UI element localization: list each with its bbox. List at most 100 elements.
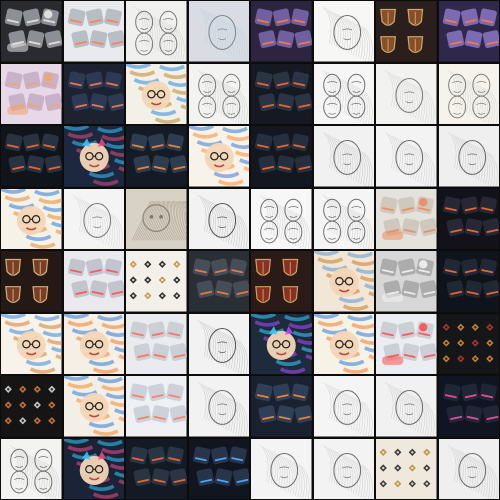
white-ui-tiles-3d-tile [125,312,188,375]
dark-mobile-phones-3d-tile [437,250,500,313]
sketch-man-reading-image [376,63,437,124]
dark-ui-grid-dashboard-image [251,63,312,124]
heads-sketch-grid-image [251,188,312,249]
busts-sketch-grid-image [313,188,374,249]
dark-ui-orange-accent-tile [250,125,313,188]
retro-device-ui-pastel-image [1,63,62,124]
boy-glasses-laptop-image [313,313,374,374]
laptop-desk-photo-image [188,1,249,62]
dark-ui-orange-accent-image [251,126,312,187]
faces-sketch-rows-tile [0,437,63,500]
woman-portrait-sketch-tile [312,0,375,63]
purple-dashboard-ui-tile [250,0,313,63]
ink-man-face-sketch-tile [187,62,250,125]
woman-portrait-sketch-image [313,1,374,62]
dark-ornament-icons-tile [437,312,500,375]
multiple-faces-sketch-tile [312,62,375,125]
pencil-sketch-faces-image [126,1,187,62]
ornamental-symbols-grid-tile [375,437,438,500]
colorful-cat-portrait-image [63,438,124,499]
shields-wood-image [1,251,62,312]
dark-ui-grid-dashboard-tile [250,62,313,125]
cartoon-boy-glasses-tile [62,312,125,375]
shields-red-gold-tile [250,250,313,313]
white-ui-cards-tile [125,375,188,438]
dark-mobile-ui-gradient-tile [437,375,500,438]
mobile-ui-cards-light-image [63,1,124,62]
dark-ui-cards-3d-image [1,126,62,187]
mobile-ui-red-cards-image [63,251,124,312]
dark-mobile-ui-gradient-image [438,376,499,437]
woman-portrait-drawing-image [376,126,437,187]
couple-sketch-tile [312,437,375,500]
grey-ui-cards-3d-tile [187,250,250,313]
pastel-ui-device-kit-tile [375,187,438,250]
dark-ui-cards-3d-tile [0,125,63,188]
grey-gadgets-flatlay-image [376,251,437,312]
dark-mobile-ui-cards-tile [62,62,125,125]
colorful-boy-glasses-sketch-image [126,63,187,124]
minimal-icons-dark-tile [0,375,63,438]
pencil-sketch-faces-tile [125,0,188,63]
pastel-ui-device-kit-image [376,188,437,249]
dark-ui-sliders-image [126,438,187,499]
dark-ui-screens-blue-tile [187,437,250,500]
colorful-cat-illustration-image [63,126,124,187]
ink-man-face-sketch-image [188,63,249,124]
busts-sketch-grid-tile [312,187,375,250]
crayon-man-glasses-image [1,188,62,249]
ui-devices-flatlay-dark-image [1,1,62,62]
purple-dashboard-ui-2-tile [437,0,500,63]
engineer-sketch-image [188,376,249,437]
dark-mixer-ui-tile [125,125,188,188]
crayon-man-glasses-2-image [1,313,62,374]
dark-ui-screens-blue-image [188,438,249,499]
crayon-man-glasses-tile [0,187,63,250]
figure-sketch-sitting-tile [437,437,500,500]
figure-sketch-sitting-image [438,438,499,499]
woman-profile-sketch-image [438,126,499,187]
multiple-faces-sketch-image [313,63,374,124]
faces-sketch-rows-image [1,438,62,499]
woman-charcoal-image [188,313,249,374]
child-glasses-crayon-image [188,126,249,187]
woman-pencil-portrait-image [313,376,374,437]
white-ui-devices-3d-image [376,313,437,374]
ornamental-icons-pattern-image [126,251,187,312]
woman-sketch-pencil-image [313,126,374,187]
white-ui-tiles-3d-image [126,313,187,374]
laptop-desk-photo-tile [187,0,250,63]
couple-sketch-image [313,438,374,499]
cartoon-boy-glasses-image [63,313,124,374]
faces-sketch-sheet-tile [437,62,500,125]
sketch-man-reading-tile [375,62,438,125]
heads-sketch-grid-tile [250,187,313,250]
shields-dark-tile [375,0,438,63]
ornamental-icons-pattern-tile [125,250,188,313]
woman-ink-drawing-image [188,188,249,249]
mobile-ui-red-cards-tile [62,250,125,313]
purple-dashboard-ui-image [251,1,312,62]
ui-devices-flatlay-dark-tile [0,0,63,63]
cartoon-boy-big-glasses-tile [62,375,125,438]
boy-glasses-painted-tile [312,250,375,313]
white-ui-devices-3d-tile [375,312,438,375]
boy-glasses-laptop-tile [312,312,375,375]
shields-red-gold-image [251,251,312,312]
dark-ui-sliders-tile [125,437,188,500]
shields-wood-tile [0,250,63,313]
boy-glasses-painted-image [313,251,374,312]
child-glasses-crayon-tile [187,125,250,188]
grey-ui-cards-3d-image [188,251,249,312]
mixer-desk-ui-tile [250,375,313,438]
dark-mixer-ui-image [126,126,187,187]
crayon-man-glasses-2-tile [0,312,63,375]
woman-portrait-drawing-tile [375,125,438,188]
shields-dark-image [376,1,437,62]
woman-ink-drawing-tile [187,187,250,250]
woman-realistic-sketch-tile [375,375,438,438]
image-collage-grid [0,0,500,500]
figure-sketch-study-tile [62,187,125,250]
minimal-icons-dark-image [1,376,62,437]
purple-dashboard-ui-2-image [438,1,499,62]
